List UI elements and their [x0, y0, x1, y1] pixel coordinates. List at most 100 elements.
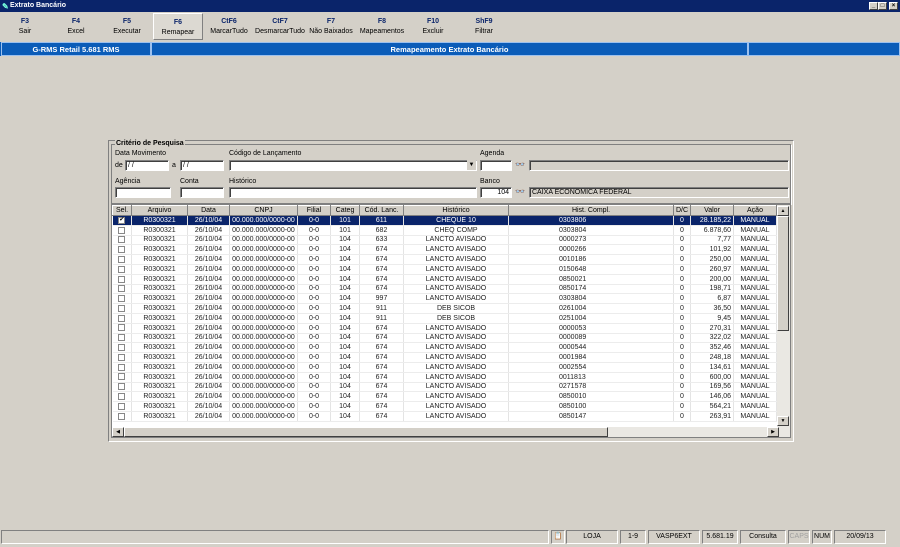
checkbox[interactable] [118, 265, 126, 273]
row-checkbox[interactable] [112, 313, 132, 324]
column-header[interactable]: D/C [673, 205, 691, 216]
checkbox[interactable] [118, 373, 126, 381]
table-row[interactable]: ✔ R0300321 26/10/04 00.000.000/0000-00 0-0 10… [112, 215, 777, 226]
row-checkbox[interactable] [112, 235, 132, 246]
row-checkbox[interactable] [112, 352, 132, 363]
date-from-input[interactable]: / / [125, 160, 169, 171]
column-header[interactable]: Categ [330, 205, 360, 216]
column-header[interactable]: Cód. Lanc. [359, 205, 404, 216]
checkbox[interactable] [118, 344, 126, 352]
column-header[interactable]: Filial [297, 205, 331, 216]
vertical-scrollbar[interactable]: ▲ ▼ [777, 205, 790, 427]
checkbox[interactable] [118, 363, 126, 371]
table-row[interactable]: R0300321 26/10/04 00.000.000/0000-00 0-0 104… [112, 342, 777, 354]
column-header[interactable]: Histórico [403, 205, 509, 216]
checkbox[interactable] [118, 324, 126, 332]
checkbox[interactable] [118, 353, 126, 361]
table-row[interactable]: R0300321 26/10/04 00.000.000/0000-00 0-0 104… [112, 323, 777, 334]
row-checkbox[interactable] [112, 342, 132, 354]
table-row[interactable]: R0300321 26/10/04 00.000.000/0000-00 0-0 104… [112, 333, 777, 344]
table-row[interactable]: R0300321 26/10/04 00.000.000/0000-00 0-0 104… [112, 274, 777, 285]
column-header[interactable]: Arquivo [131, 205, 188, 216]
toolbar-button-executar[interactable]: F5 Executar [102, 13, 152, 40]
checkbox[interactable] [118, 314, 126, 322]
table-row[interactable]: R0300321 26/10/04 00.000.000/0000-00 0-0 104… [112, 352, 777, 363]
scroll-right-icon[interactable]: ▶ [767, 427, 779, 437]
table-row[interactable]: R0300321 26/10/04 00.000.000/0000-00 0-0 104… [112, 401, 777, 412]
toolbar-button-remapear[interactable]: F6 Remapear [153, 13, 203, 40]
conta-input[interactable] [180, 187, 224, 198]
row-checkbox[interactable] [112, 274, 132, 285]
checkbox[interactable] [118, 255, 126, 263]
checkbox[interactable] [118, 246, 126, 254]
table-row[interactable]: R0300321 26/10/04 00.000.000/0000-00 0-0 104… [112, 411, 777, 422]
column-header[interactable]: Data [187, 205, 230, 216]
checkbox[interactable] [118, 393, 126, 401]
checkbox[interactable] [118, 383, 126, 391]
date-to-input[interactable]: / / [180, 160, 224, 171]
table-row[interactable]: R0300321 26/10/04 00.000.000/0000-00 0-0 104… [112, 244, 777, 256]
table-row[interactable]: R0300321 26/10/04 00.000.000/0000-00 0-0 104… [112, 372, 777, 383]
table-row[interactable]: R0300321 26/10/04 00.000.000/0000-00 0-0 104… [112, 264, 777, 275]
close-button[interactable]: × [889, 2, 898, 10]
row-checkbox[interactable] [112, 372, 132, 383]
scroll-left-icon[interactable]: ◀ [112, 427, 124, 437]
row-checkbox[interactable] [112, 293, 132, 305]
row-checkbox[interactable] [112, 303, 132, 314]
column-header[interactable]: CNPJ [229, 205, 298, 216]
checkbox[interactable] [118, 285, 126, 293]
row-checkbox[interactable] [112, 244, 132, 256]
row-checkbox[interactable] [112, 411, 132, 422]
table-row[interactable]: R0300321 26/10/04 00.000.000/0000-00 0-0 104… [112, 293, 777, 305]
toolbar-button-mapeamentos[interactable]: F8 Mapeamentos [357, 13, 407, 40]
checkbox[interactable] [118, 236, 126, 244]
column-header[interactable]: Valor [690, 205, 734, 216]
table-row[interactable]: R0300321 26/10/04 00.000.000/0000-00 0-0 104… [112, 284, 777, 295]
row-checkbox[interactable] [112, 333, 132, 344]
table-row[interactable]: R0300321 26/10/04 00.000.000/0000-00 0-0 101… [112, 225, 777, 236]
toolbar-button-n-o-baixados[interactable]: F7 Não Baixados [306, 13, 356, 40]
checkbox[interactable] [118, 334, 126, 342]
binoculars-icon[interactable]: 👓 [514, 159, 526, 171]
toolbar-button-excluir[interactable]: F10 Excluir [408, 13, 458, 40]
row-checkbox[interactable] [112, 362, 132, 373]
row-checkbox[interactable] [112, 264, 132, 275]
table-row[interactable]: R0300321 26/10/04 00.000.000/0000-00 0-0 104… [112, 303, 777, 314]
toolbar-button-desmarcartudo[interactable]: CtF7 DesmarcarTudo [255, 13, 305, 40]
agencia-input[interactable] [115, 187, 171, 198]
checkbox[interactable] [118, 295, 126, 303]
banco-input[interactable]: 104 [480, 187, 512, 198]
toolbar-button-sair[interactable]: F3 Sair [0, 13, 50, 40]
table-row[interactable]: R0300321 26/10/04 00.000.000/0000-00 0-0 104… [112, 235, 777, 246]
checkbox[interactable]: ✔ [118, 216, 126, 224]
historico-input[interactable] [229, 187, 477, 198]
table-row[interactable]: R0300321 26/10/04 00.000.000/0000-00 0-0 104… [112, 362, 777, 373]
table-row[interactable]: R0300321 26/10/04 00.000.000/0000-00 0-0 104… [112, 382, 777, 393]
horizontal-scrollbar[interactable]: ◀ ▶ [112, 427, 790, 437]
hscroll-thumb[interactable] [124, 427, 608, 437]
column-header[interactable]: Sel. [112, 205, 132, 216]
binoculars-icon[interactable]: 👓 [514, 186, 526, 198]
chevron-down-icon[interactable]: ▼ [467, 160, 476, 170]
checkbox[interactable] [118, 275, 126, 283]
maximize-button[interactable]: □ [878, 2, 887, 10]
scroll-thumb[interactable] [777, 216, 789, 331]
scroll-down-icon[interactable]: ▼ [777, 416, 789, 426]
row-checkbox[interactable] [112, 382, 132, 393]
row-checkbox[interactable] [112, 284, 132, 295]
checkbox[interactable] [118, 226, 126, 234]
column-header[interactable]: Ação [733, 205, 777, 216]
row-checkbox[interactable] [112, 391, 132, 403]
minimize-button[interactable]: _ [869, 2, 878, 10]
table-row[interactable]: R0300321 26/10/04 00.000.000/0000-00 0-0 104… [112, 254, 777, 265]
row-checkbox[interactable] [112, 225, 132, 236]
checkbox[interactable] [118, 412, 126, 420]
column-header[interactable]: Hist. Compl. [508, 205, 674, 216]
checkbox[interactable] [118, 304, 126, 312]
toolbar-button-filtrar[interactable]: ShF9 Filtrar [459, 13, 509, 40]
toolbar-button-marcartudo[interactable]: CtF6 MarcarTudo [204, 13, 254, 40]
row-checkbox[interactable] [112, 254, 132, 265]
checkbox[interactable] [118, 402, 126, 410]
codigo-lancamento-select[interactable] [229, 160, 477, 171]
row-checkbox[interactable] [112, 401, 132, 412]
